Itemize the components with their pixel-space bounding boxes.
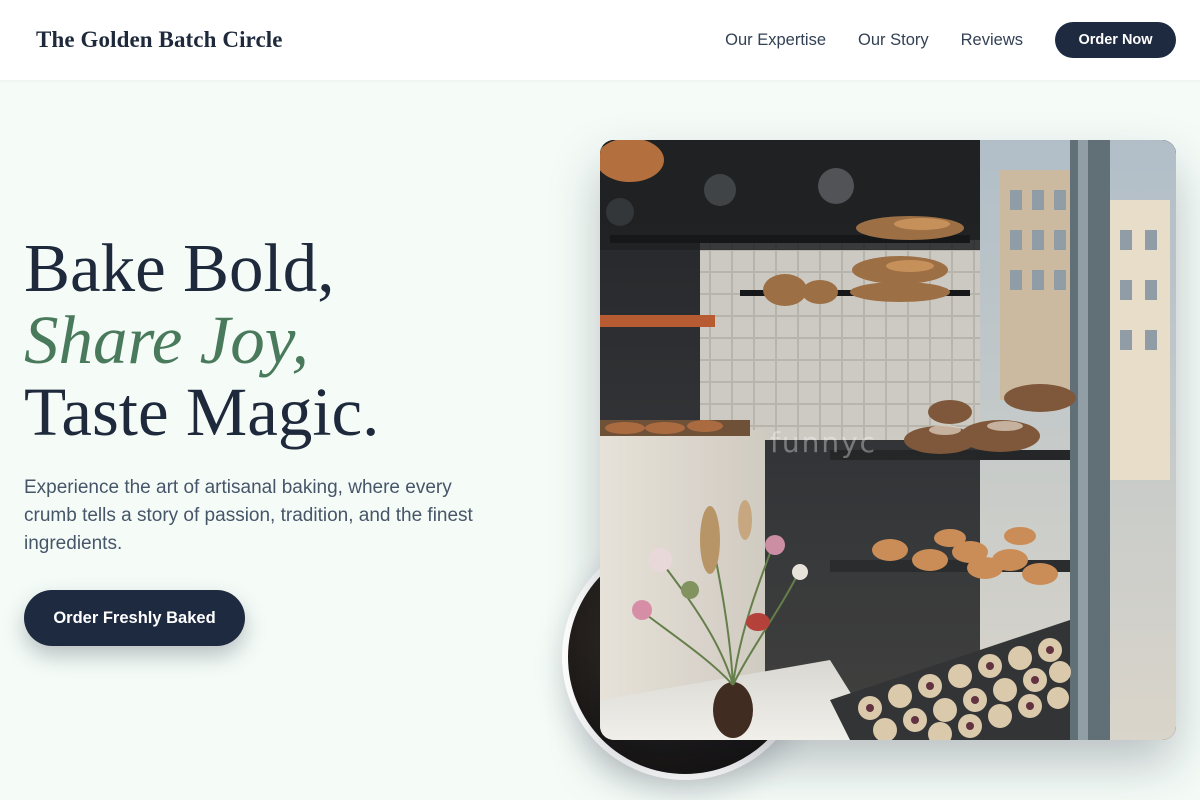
- hero-title-line-3: Taste Magic.: [24, 374, 380, 450]
- bakery-photo-image: funnyc: [600, 140, 1176, 740]
- order-freshly-baked-button[interactable]: Order Freshly Baked: [24, 590, 245, 646]
- nav-link-our-story[interactable]: Our Story: [858, 31, 929, 50]
- brand-logo[interactable]: The Golden Batch Circle: [36, 27, 283, 53]
- site-header: The Golden Batch Circle Our Expertise Ou…: [0, 0, 1200, 80]
- order-now-button[interactable]: Order Now: [1055, 22, 1176, 58]
- nav-link-our-expertise[interactable]: Our Expertise: [725, 31, 826, 50]
- hero-title-line-2: Share Joy,: [24, 302, 309, 378]
- nav-link-reviews[interactable]: Reviews: [961, 31, 1023, 50]
- hero-title-line-1: Bake Bold,: [24, 230, 335, 306]
- photo-watermark: funnyc: [770, 426, 877, 459]
- main-nav: Our Expertise Our Story Reviews Order No…: [725, 22, 1176, 58]
- hero-description: Experience the art of artisanal baking, …: [24, 477, 473, 554]
- bakery-photo: funnyc: [600, 140, 1176, 740]
- hero-title: Bake Bold, Share Joy, Taste Magic.: [24, 232, 379, 448]
